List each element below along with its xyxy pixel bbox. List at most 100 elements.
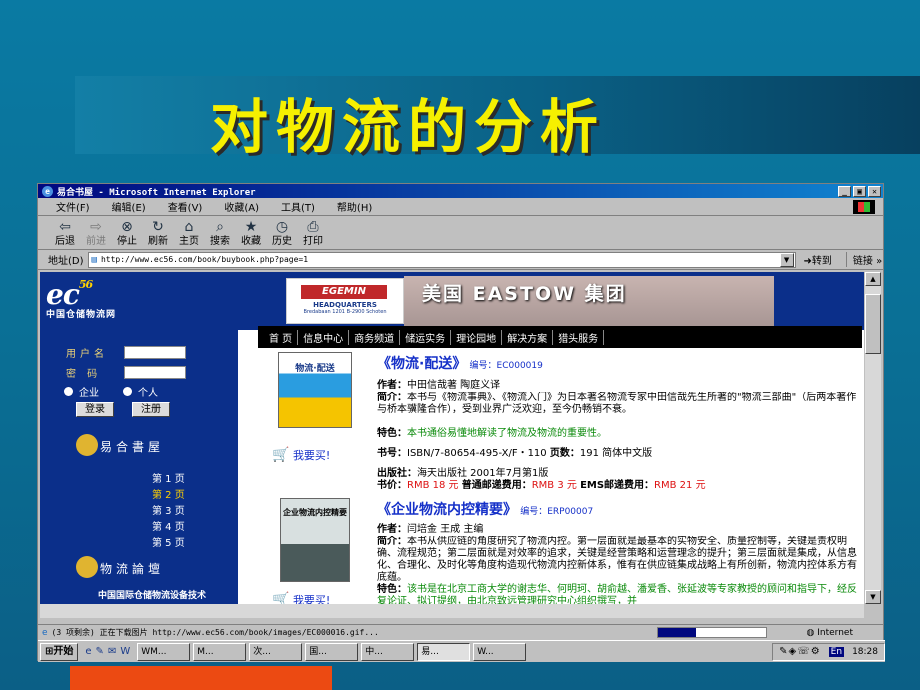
nav-home[interactable]: 首 页	[264, 329, 299, 345]
page-list: 第 1 页 第 2 页 第 3 页 第 4 页 第 5 页	[152, 472, 185, 552]
password-input[interactable]	[124, 365, 186, 379]
bubble-icon	[76, 434, 98, 456]
stop-button[interactable]: ⊗ 停止	[112, 219, 142, 247]
status-text: (3 项剩余) 正在下载图片 http://www.ec56.com/book/…	[51, 628, 379, 637]
book-title-1[interactable]: 《物流·配送》	[377, 356, 466, 372]
scroll-down-icon[interactable]: ▼	[865, 590, 881, 604]
password-label: 密 码	[66, 368, 102, 380]
globe-icon: ◍	[806, 627, 815, 638]
forward-button[interactable]: ⇨ 前进	[81, 219, 111, 247]
page-link-2[interactable]: 第 2 页	[152, 488, 185, 504]
url-field[interactable]: ▤ http://www.ec56.com/book/buybook.php?pa…	[87, 251, 796, 268]
cart-icon: 🛒	[272, 447, 290, 463]
address-label: 地址(D)	[48, 256, 84, 267]
internet-zone: ◍ Internet	[806, 627, 853, 638]
search-icon: ⌕	[216, 218, 224, 235]
egemin-ad[interactable]: EGEMIN HEADQUARTERS Bredabaan 1201 B-290…	[286, 278, 404, 324]
go-button[interactable]: ➜转到	[804, 252, 832, 267]
eastow-ad[interactable]: 美国 EASTOW 集团	[404, 276, 774, 326]
task-button-1[interactable]: WM...	[137, 642, 191, 661]
book-entry-1: 《物流·配送》 编号：EC000019 作者：中田信哉著 陶庭义译 简介：本书与…	[377, 356, 857, 491]
book-title-2[interactable]: 《企业物流内控精要》	[377, 502, 517, 518]
vertical-scrollbar[interactable]: ▲ ▼	[865, 272, 881, 604]
edit-quicklaunch-icon[interactable]: ✎	[96, 646, 104, 657]
nav-storage[interactable]: 储运实务	[400, 329, 452, 345]
favorites-icon: ★	[244, 218, 258, 235]
scroll-thumb[interactable]	[865, 294, 881, 354]
page-link-3[interactable]: 第 3 页	[152, 504, 185, 520]
home-button[interactable]: ⌂ 主页	[174, 219, 204, 247]
register-button[interactable]: 注册	[132, 402, 170, 417]
task-button-4[interactable]: 国...	[305, 642, 359, 661]
address-bar: 地址(D) ▤ http://www.ec56.com/book/buybook.…	[38, 250, 883, 270]
word-quicklaunch-icon[interactable]: W	[120, 646, 130, 657]
username-input[interactable]	[124, 345, 186, 359]
login-button[interactable]: 登录	[76, 402, 114, 417]
scroll-up-icon[interactable]: ▲	[865, 272, 881, 286]
site-logo[interactable]: ec56 中国仓储物流网	[46, 278, 186, 320]
nav-headhunt[interactable]: 猎头服务	[553, 329, 605, 345]
book-cover-1[interactable]: 物流·配送	[278, 352, 352, 428]
close-button[interactable]: ✕	[868, 185, 881, 197]
task-button-7[interactable]: W...	[473, 642, 527, 661]
horizontal-scrollbar[interactable]	[40, 604, 864, 618]
task-button-3[interactable]: 次...	[249, 642, 303, 661]
page-link-5[interactable]: 第 5 页	[152, 536, 185, 552]
accent-bar	[70, 666, 332, 690]
footer-ad[interactable]: 中国国际仓储物流设备技术	[98, 588, 206, 601]
menu-view[interactable]: 查看(V)	[168, 199, 203, 214]
history-button[interactable]: ◷ 历史	[267, 219, 297, 247]
language-indicator[interactable]: En	[828, 646, 845, 657]
print-button[interactable]: ⎙ 打印	[298, 219, 328, 247]
page-link-4[interactable]: 第 4 页	[152, 520, 185, 536]
mail-quicklaunch-icon[interactable]: ✉	[108, 646, 116, 657]
progress-bar	[656, 627, 767, 638]
page-link-1[interactable]: 第 1 页	[152, 472, 185, 488]
menu-tools[interactable]: 工具(T)	[281, 199, 315, 214]
radio-business[interactable]	[64, 386, 73, 396]
task-button-6[interactable]: 易...	[417, 642, 471, 661]
stop-icon: ⊗	[121, 218, 133, 235]
links-button[interactable]: 链接 »	[845, 252, 882, 267]
task-button-5[interactable]: 中...	[361, 642, 415, 661]
back-button[interactable]: ⇦ 后退	[50, 219, 80, 247]
start-button[interactable]: ⊞开始	[40, 642, 79, 661]
book-cover-2[interactable]: 企业物流内控精要	[280, 498, 350, 582]
quick-launch: e ✎ ✉ W	[81, 646, 134, 657]
nav-business[interactable]: 商务频道	[349, 329, 401, 345]
refresh-button[interactable]: ↻ 刷新	[143, 219, 173, 247]
url-dropdown[interactable]: ▼	[779, 252, 794, 267]
taskbar: ⊞开始 e ✎ ✉ W WM... M... 次... 国... 中... 易.…	[38, 640, 885, 662]
loading-page-icon: e	[42, 627, 48, 638]
favorites-button[interactable]: ★ 收藏	[236, 219, 266, 247]
window-titlebar[interactable]: e 易合书屋 - Microsoft Internet Explorer _ ▣…	[38, 184, 883, 198]
search-button[interactable]: ⌕ 搜索	[205, 219, 235, 247]
menu-favorites[interactable]: 收藏(A)	[224, 199, 259, 214]
nav-solutions[interactable]: 解决方案	[502, 329, 554, 345]
buy-button-1[interactable]: 🛒 我要买!	[272, 447, 330, 463]
menu-help[interactable]: 帮助(H)	[337, 199, 372, 214]
ie-quicklaunch-icon[interactable]: e	[85, 646, 91, 657]
forum-section[interactable]: 物流論壇	[76, 556, 164, 578]
back-arrow-icon: ⇦	[59, 218, 71, 235]
bubble-icon	[76, 556, 98, 578]
menu-bar: 文件(F) 编辑(E) 查看(V) 收藏(A) 工具(T) 帮助(H)	[38, 198, 883, 216]
book-entry-2: 《企业物流内控精要》 编号：ERP00007 作者：闫培金 王成 主编 简介：本…	[377, 502, 857, 604]
site-sidebar: ec56 中国仓储物流网 用户名 密 码 企业 个人 登录 注册 易合書屋 第 …	[40, 272, 238, 604]
buy-button-2[interactable]: 🛒 我要买!	[272, 592, 330, 604]
menu-file[interactable]: 文件(F)	[56, 199, 90, 214]
maximize-button[interactable]: ▣	[853, 185, 866, 197]
nav-info[interactable]: 信息中心	[298, 329, 350, 345]
window-title: 易合书屋 - Microsoft Internet Explorer	[57, 187, 256, 198]
system-tray: ✎◈☏⚙ En 18:28	[772, 642, 885, 661]
radio-person[interactable]	[123, 386, 132, 396]
tray-icons[interactable]: ✎◈☏⚙	[779, 646, 821, 657]
nav-theory[interactable]: 理论园地	[451, 329, 503, 345]
browser-window: e 易合书屋 - Microsoft Internet Explorer _ ▣…	[37, 183, 885, 662]
minimize-button[interactable]: _	[838, 185, 851, 197]
status-bar: e (3 项剩余) 正在下载图片 http://www.ec56.com/boo…	[38, 624, 883, 640]
menu-edit[interactable]: 编辑(E)	[112, 199, 146, 214]
refresh-icon: ↻	[152, 218, 164, 235]
bookstore-section[interactable]: 易合書屋	[76, 434, 164, 456]
task-button-2[interactable]: M...	[193, 642, 247, 661]
